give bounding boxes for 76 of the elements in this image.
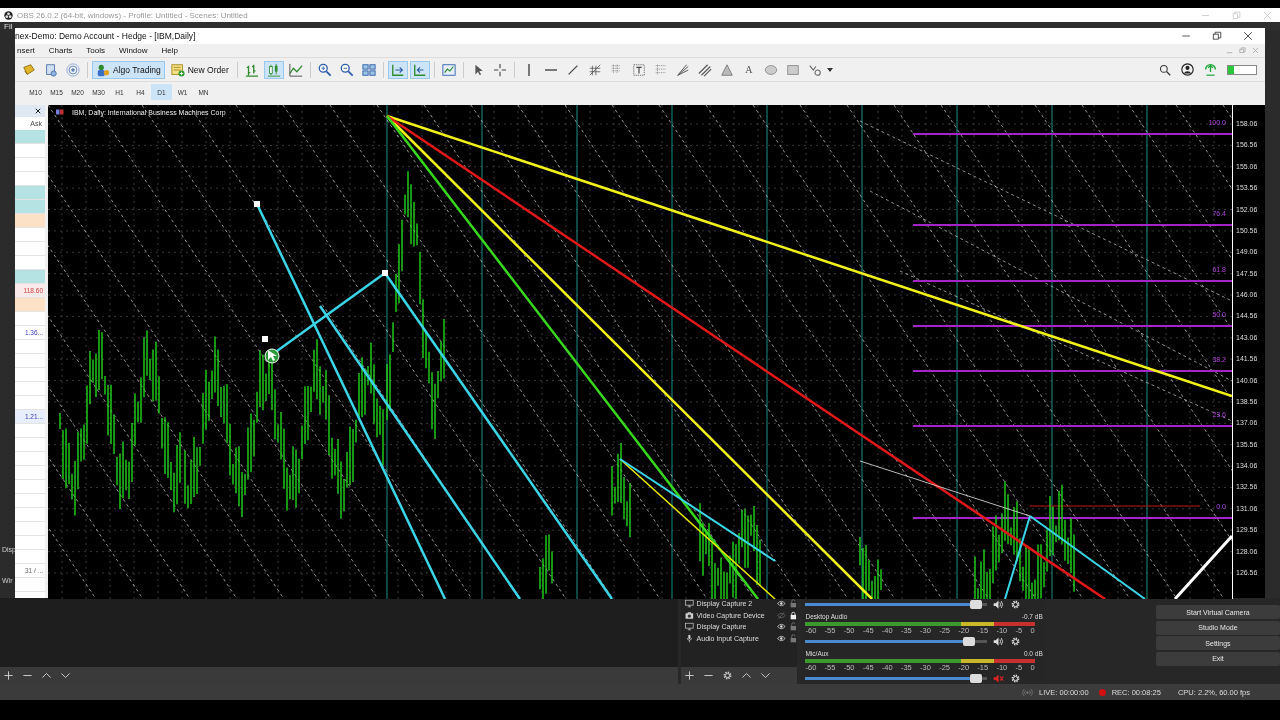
eye-icon[interactable] — [777, 622, 786, 632]
search-icon[interactable] — [1159, 63, 1171, 76]
window-title: nex-Demo: Demo Account - Hedge - [IBM,Daily] — [15, 31, 196, 41]
restore-icon[interactable] — [1212, 31, 1222, 41]
menu-item[interactable]: Fil — [4, 22, 13, 30]
connection-meter-icon — [1227, 64, 1257, 75]
monitor-icon — [684, 622, 694, 632]
camera-icon — [684, 610, 694, 620]
chart-drawing[interactable] — [48, 105, 1232, 599]
microphone-icon — [684, 633, 694, 643]
volume-slider[interactable] — [805, 676, 988, 680]
window-title: OBS 26.0.2 (64-bit, windows) - Profile: Untitled - Scenes: Untitled — [17, 10, 248, 20]
move-down-icon[interactable] — [60, 670, 71, 681]
bar-chart-icon — [244, 62, 259, 77]
fibonacci-grid-icon — [653, 62, 668, 77]
menu-item[interactable]: nsert — [17, 46, 35, 55]
vertical-line-icon — [527, 63, 530, 76]
eye-icon[interactable] — [777, 633, 786, 643]
menu-item[interactable]: Tools — [86, 46, 106, 55]
user-icon[interactable] — [1181, 63, 1194, 76]
ellipse-icon — [763, 62, 778, 77]
broadcast-icon — [1022, 687, 1034, 697]
signal-icon — [66, 62, 80, 77]
move-up-icon[interactable] — [740, 670, 752, 681]
speaker-icon[interactable] — [993, 635, 1005, 647]
unlocked-icon[interactable] — [788, 622, 798, 632]
document-icon — [44, 62, 58, 77]
settings-icon[interactable] — [1010, 635, 1022, 647]
recording-dot-icon — [1098, 688, 1106, 696]
tile-windows-icon — [361, 62, 376, 77]
horizontal-line-icon — [544, 68, 557, 71]
fan-icon — [675, 62, 690, 77]
rectangle-icon — [785, 62, 800, 77]
eye-icon[interactable] — [777, 599, 786, 609]
candlestick-icon — [266, 62, 281, 77]
lock-icon[interactable] — [788, 610, 798, 620]
muted-speaker-icon[interactable] — [993, 672, 1005, 684]
close-icon[interactable] — [1243, 31, 1253, 41]
menu-item[interactable]: Help — [161, 46, 178, 55]
menu-item[interactable]: Charts — [48, 46, 73, 55]
crosshair-icon — [492, 62, 507, 77]
autoscroll-icon — [390, 62, 405, 77]
text-tool-button[interactable]: A — [738, 60, 759, 79]
unlocked-icon[interactable] — [788, 633, 798, 643]
zoom-out-icon — [339, 62, 354, 77]
menu-item[interactable]: Window — [119, 46, 148, 55]
volume-slider[interactable] — [805, 639, 988, 643]
template-icon — [441, 62, 456, 77]
line-chart-icon — [288, 62, 303, 77]
chart-shift-button[interactable] — [409, 60, 430, 79]
zoom-in-icon — [317, 62, 332, 77]
toolbar-button[interactable]: New Order — [166, 60, 233, 79]
add-icon[interactable] — [3, 670, 14, 681]
channel-icon — [697, 62, 712, 77]
text-label-icon — [631, 62, 646, 77]
speaker-icon[interactable] — [993, 598, 1005, 610]
signal-button[interactable] — [63, 60, 83, 79]
app-logo-icon — [4, 10, 13, 20]
toolbar-button[interactable]: Algo Trading — [92, 60, 165, 79]
fibonacci-icon — [587, 62, 602, 77]
volume-slider[interactable] — [805, 602, 988, 606]
settings-icon[interactable] — [1010, 672, 1022, 684]
unlocked-icon[interactable] — [788, 599, 798, 609]
triangle-icon — [719, 62, 734, 77]
move-up-icon[interactable] — [41, 670, 52, 681]
order-icon — [170, 62, 185, 77]
caret-icon[interactable] — [826, 67, 833, 72]
monitor-icon — [684, 599, 694, 609]
chart-shift-icon — [412, 62, 427, 77]
add-icon[interactable] — [683, 670, 695, 681]
autoscroll-button[interactable] — [387, 60, 408, 79]
candlestick-button[interactable] — [263, 60, 284, 79]
settings-icon[interactable] — [721, 670, 733, 681]
close-icon[interactable] — [35, 108, 41, 114]
move-down-icon[interactable] — [759, 670, 771, 681]
settings-icon[interactable] — [1010, 598, 1022, 610]
